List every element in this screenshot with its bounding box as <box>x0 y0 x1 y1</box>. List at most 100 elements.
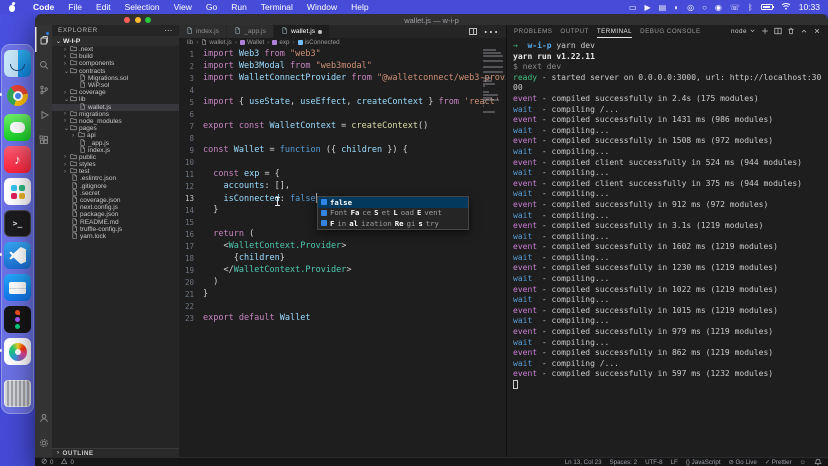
tree-file-yarn-lock[interactable]: yarn.lock <box>52 233 179 240</box>
accounts-icon[interactable] <box>35 405 52 430</box>
code-line[interactable]: 11 const exp = { <box>179 168 506 180</box>
source-control-icon[interactable] <box>35 77 52 102</box>
run-debug-icon[interactable] <box>35 102 52 127</box>
tab-index-js[interactable]: index.js <box>179 25 227 38</box>
dock-finder[interactable] <box>4 50 31 77</box>
code-line[interactable]: 8 <box>179 132 506 144</box>
menu-selection[interactable]: Selection <box>125 2 160 12</box>
menu-go[interactable]: Go <box>206 2 217 12</box>
code-line[interactable]: 16 return ( <box>179 228 506 240</box>
code-line[interactable]: 18 {children} <box>179 252 506 264</box>
wifi-icon[interactable] <box>781 2 791 12</box>
suggestion-false[interactable]: false <box>318 197 468 208</box>
dock-terminal[interactable]: >_ <box>4 210 31 237</box>
new-terminal-icon[interactable] <box>761 27 769 37</box>
explorer-icon[interactable] <box>35 27 52 52</box>
statusbar-prettier[interactable]: ✓ Prettier <box>765 459 792 466</box>
suggestion-FontFaceSetLoadEvent[interactable]: FontFaceSetLoadEvent <box>318 208 468 219</box>
breadcrumb-item-lib[interactable]: lib <box>187 39 193 46</box>
backup-icon[interactable]: ◎ <box>687 3 694 12</box>
tree-file--app-js[interactable]: _app.js <box>52 139 179 146</box>
tree-folder-contracts[interactable]: ⌄contracts <box>52 68 179 75</box>
code-line[interactable]: 4 <box>179 84 506 96</box>
breadcrumb-item-exp[interactable]: exp <box>272 39 289 46</box>
code-line[interactable]: 17 <WalletContext.Provider> <box>179 240 506 252</box>
search-icon[interactable] <box>35 52 52 77</box>
breadcrumb-item-isconnected[interactable]: isConnected <box>298 39 340 46</box>
bluetooth-icon[interactable]: ᛒ <box>748 3 753 12</box>
statusbar-cursor-position[interactable]: Ln 13, Col 23 <box>565 459 602 466</box>
code-line[interactable]: 9const Wallet = function ({ children }) … <box>179 144 506 156</box>
dock-photos[interactable] <box>4 338 31 365</box>
workspace-section[interactable]: ⌄ W-I-P <box>52 36 179 46</box>
bell-icon[interactable] <box>814 458 822 466</box>
tree-folder-lib[interactable]: ⌄lib <box>52 96 179 103</box>
panel-tab-output[interactable]: OUTPUT <box>560 25 588 38</box>
code-editor[interactable]: 1import Web3 from "web3"2import Web3Moda… <box>179 47 506 457</box>
suggestion-FinalizationRegistry[interactable]: FinalizationRegistry <box>318 218 468 229</box>
dock-figma[interactable] <box>4 306 31 333</box>
minimap[interactable] <box>483 49 504 113</box>
menu-edit[interactable]: Edit <box>96 2 111 12</box>
apple-menu-icon[interactable] <box>8 3 16 12</box>
code-line[interactable]: 23export default Wallet <box>179 312 506 324</box>
code-line[interactable]: 12 accounts: [], <box>179 180 506 192</box>
tree-folder-pages[interactable]: ⌄pages <box>52 125 179 132</box>
menu-terminal[interactable]: Terminal <box>261 2 293 12</box>
dock-chrome[interactable] <box>4 82 31 109</box>
split-editor-icon[interactable] <box>469 28 477 35</box>
code-line[interactable]: 20 ) <box>179 276 506 288</box>
code-line[interactable]: 3import WalletConnectProvider from "@wal… <box>179 72 506 84</box>
code-line[interactable]: 22 <box>179 300 506 312</box>
tree-folder-api[interactable]: ›api <box>52 132 179 139</box>
menu-file[interactable]: File <box>68 2 82 12</box>
tab--app-js[interactable]: _app.js <box>227 25 274 38</box>
window-titlebar[interactable]: wallet.js — w-i-p <box>35 14 828 25</box>
menu-help[interactable]: Help <box>351 2 368 12</box>
breadcrumb-item-wallet[interactable]: Wallet <box>240 39 264 46</box>
display-icon[interactable]: ▶ <box>645 3 651 12</box>
code-line[interactable]: 6 <box>179 108 506 120</box>
focus-icon[interactable]: ◐ <box>674 3 679 12</box>
code-line[interactable]: 19 </WalletContext.Provider> <box>179 264 506 276</box>
dock-music[interactable]: ♪ <box>4 146 31 173</box>
terminal-shell-select[interactable]: node <box>731 27 756 36</box>
terminal-output[interactable]: → w-i-p yarn devyarn run v1.22.11$ next … <box>507 38 828 457</box>
panel-tab-debug-console[interactable]: DEBUG CONSOLE <box>640 25 700 38</box>
code-line[interactable]: 2import Web3Modal from "web3modal" <box>179 60 506 72</box>
code-line[interactable]: 7export const WalletContext = createCont… <box>179 120 506 132</box>
screen-mirroring-icon[interactable]: ▭ <box>629 3 637 12</box>
statusbar-language-mode[interactable]: {} JavaScript <box>686 459 721 466</box>
statusbar-warnings[interactable]: 0 <box>61 458 73 466</box>
settings-icon[interactable] <box>35 430 52 455</box>
dock-vscode[interactable] <box>4 242 31 269</box>
outline-section[interactable]: › OUTLINE <box>52 448 179 457</box>
tab-wallet-js[interactable]: wallet.js <box>274 25 330 38</box>
breadcrumb-item-wallet.js[interactable]: wallet.js <box>201 39 231 47</box>
kill-terminal-icon[interactable] <box>787 27 795 37</box>
phone-icon[interactable]: ☏ <box>730 3 740 12</box>
dock-slack[interactable] <box>4 178 31 205</box>
menu-run[interactable]: Run <box>231 2 247 12</box>
split-terminal-icon[interactable] <box>774 27 782 37</box>
panel-tab-problems[interactable]: PROBLEMS <box>514 25 552 38</box>
menu-view[interactable]: View <box>174 2 192 12</box>
statusbar-errors[interactable]: 0 <box>41 458 53 466</box>
statusbar-eol[interactable]: LF <box>671 459 678 466</box>
code-line[interactable]: 10 <box>179 156 506 168</box>
statusbar-go-live[interactable]: ⊘ Go Live <box>729 459 757 466</box>
menubar-clock[interactable]: 10:33 <box>799 2 820 12</box>
menu-code[interactable]: Code <box>33 2 54 12</box>
statusbar-encoding[interactable]: UTF-8 <box>645 459 663 466</box>
extensions-icon[interactable] <box>35 127 52 152</box>
dock-mail[interactable] <box>4 274 31 301</box>
panel-tab-terminal[interactable]: TERMINAL <box>597 25 632 38</box>
explorer-more-icon[interactable]: ⋯ <box>164 26 173 35</box>
code-line[interactable]: 21} <box>179 288 506 300</box>
dock-messages[interactable] <box>4 114 31 141</box>
keyboard-icon[interactable]: ▤ <box>659 3 667 12</box>
maximize-panel-icon[interactable] <box>800 27 808 37</box>
tree-file-migrations-sol[interactable]: Migrations.sol <box>52 75 179 82</box>
close-panel-icon[interactable] <box>813 27 821 37</box>
search-icon[interactable]: ○ <box>702 3 707 12</box>
